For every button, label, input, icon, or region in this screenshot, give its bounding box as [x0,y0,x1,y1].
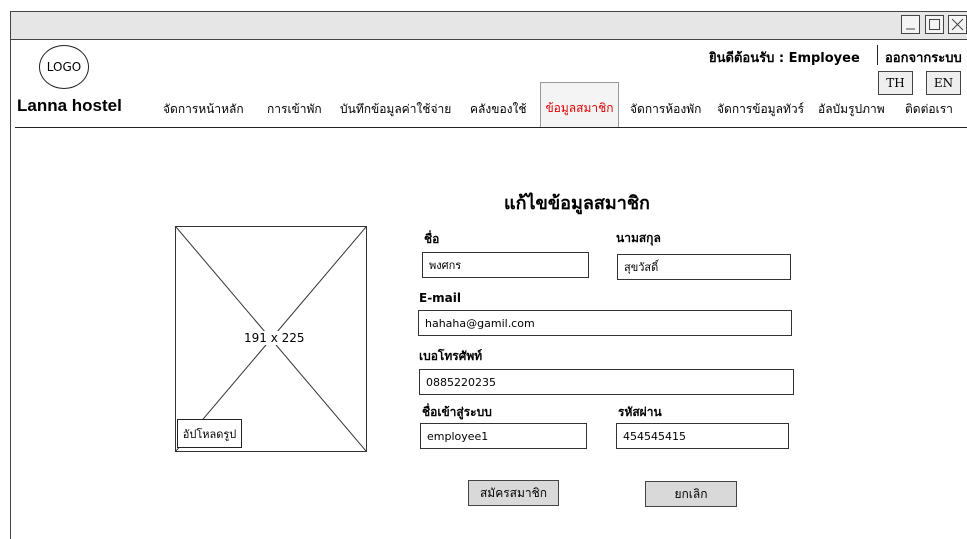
nav-item-tours[interactable]: จัดการข้อมูลทัวร์ [717,100,804,119]
image-size-label: 191 x 225 [244,331,305,345]
nav-item-stay[interactable]: การเข้าพัก [267,100,322,119]
last-name-field[interactable]: สุขวัสดิ์ [617,254,791,280]
welcome-text: ยินดีต้อนรับ : Employee [709,51,860,66]
window-titlebar [10,11,967,40]
phone-field[interactable]: 0885220235 [419,369,794,395]
username-label: ชื่อเข้าสู่ระบบ [422,405,492,419]
header-divider-line [15,127,967,128]
submit-button[interactable]: สมัครสมาชิก [468,480,559,506]
logo-text: LOGO [46,60,82,74]
logout-link[interactable]: ออกจากระบบ [885,47,962,68]
nav-item-home[interactable]: จัดการหน้าหลัก [163,100,244,119]
window-border [10,40,11,539]
lang-th-button[interactable]: TH [878,71,913,95]
header-divider [877,45,878,65]
minimize-icon[interactable] [901,15,920,34]
upload-image-button[interactable]: อัปโหลดรูป [177,419,242,448]
lang-en-button[interactable]: EN [926,71,961,95]
nav-item-album[interactable]: อัลบัมรูปภาพ [818,100,885,119]
nav-item-expenses[interactable]: บันทึกข้อมูลค่าใช้จ่าย [340,100,451,119]
nav-item-rooms[interactable]: จัดการห้องพัก [630,100,701,119]
email-field[interactable]: hahaha@gamil.com [418,310,792,336]
first-name-label: ชื่อ [424,232,440,246]
nav-item-supplies[interactable]: คลังของใช้ [470,100,527,119]
email-label: E-mail [419,291,462,305]
close-icon[interactable] [948,15,967,34]
nav-item-contact[interactable]: ติดต่อเรา [905,100,953,119]
page-title: แก้ไขข้อมูลสมาชิก [504,193,650,214]
cancel-button[interactable]: ยกเลิก [645,481,737,507]
brand-name: Lanna hostel [17,96,122,115]
username-field[interactable]: employee1 [420,423,587,449]
last-name-label: นามสกุล [616,231,661,245]
phone-label: เบอโทรศัพท์ [419,349,483,363]
password-label: รหัสผ่าน [618,405,662,419]
nav-item-members-label: ข้อมูลสมาชิก [545,101,614,115]
first-name-field[interactable]: พงศกร [422,252,589,278]
maximize-icon[interactable] [925,15,944,34]
nav-item-members[interactable]: ข้อมูลสมาชิก [540,82,619,127]
logo: LOGO [39,45,89,89]
password-field[interactable]: 454545415 [616,423,789,449]
